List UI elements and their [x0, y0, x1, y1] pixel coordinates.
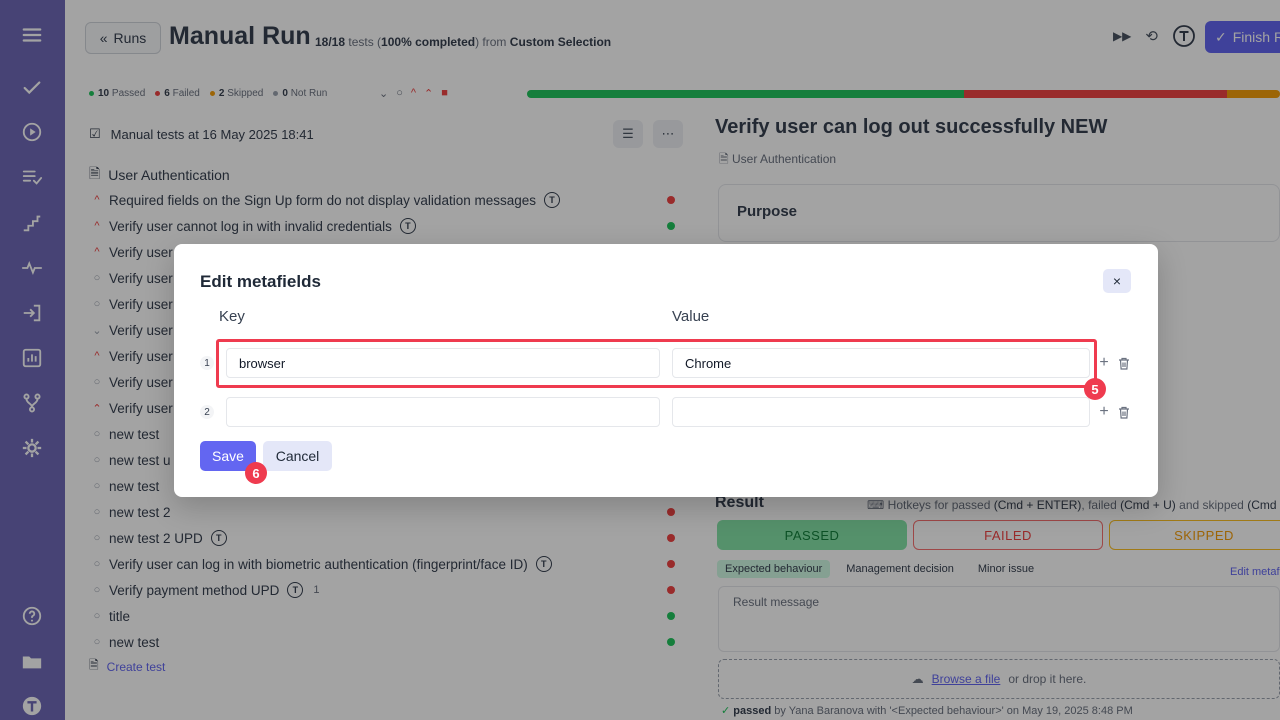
add-row-icon[interactable]: + [1096, 354, 1112, 371]
row-number: 1 [200, 356, 214, 370]
trash-icon[interactable] [1116, 404, 1132, 420]
add-row-icon[interactable]: + [1096, 403, 1112, 420]
row-number: 2 [200, 405, 214, 419]
cancel-button[interactable]: Cancel [263, 441, 332, 471]
metafield-key-input-2[interactable] [226, 397, 660, 427]
metafield-value-input-2[interactable] [672, 397, 1090, 427]
close-button[interactable]: × [1103, 269, 1131, 293]
key-column-label: Key [219, 308, 245, 325]
metafield-value-input-1[interactable] [672, 348, 1090, 378]
edit-metafields-modal: Edit metafields × Key Value 1 + 2 + 5 Sa… [174, 244, 1158, 497]
metafield-key-input-1[interactable] [226, 348, 660, 378]
value-column-label: Value [672, 308, 710, 325]
trash-icon[interactable] [1116, 355, 1132, 371]
step-badge: 5 [1084, 378, 1106, 400]
modal-title: Edit metafields [200, 272, 321, 291]
step-badge: 6 [245, 462, 267, 484]
